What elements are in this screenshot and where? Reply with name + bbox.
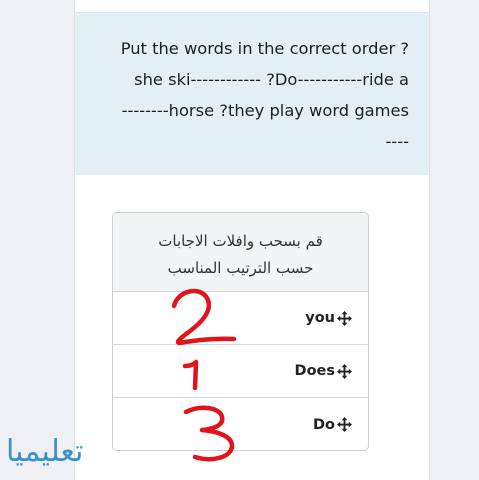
instruction-line: حسب الترتيب المناسب: [167, 259, 314, 277]
question-line: she ski------------ ?Do-----------ride a: [134, 70, 409, 89]
sortable-item-does[interactable]: Does: [113, 345, 368, 398]
sort-instruction: قم بسحب وافلات الاجابات حسب الترتيب المن…: [113, 213, 368, 292]
item-label: you: [305, 310, 335, 326]
sortable-item-you[interactable]: you: [113, 292, 368, 345]
previous-card-bottom: [75, 0, 429, 13]
move-icon[interactable]: [337, 417, 352, 432]
question-line: ----: [385, 132, 410, 151]
right-margin: [430, 0, 479, 480]
left-margin: [0, 0, 74, 480]
instruction-line: قم بسحب وافلات الاجابات: [158, 232, 323, 250]
move-icon[interactable]: [337, 310, 352, 326]
item-label: Does: [294, 363, 335, 379]
question-line: --------horse ?they play word games: [121, 101, 409, 120]
site-watermark-logo: تعليميا: [6, 434, 84, 469]
question-line: Put the words in the correct order ?: [120, 39, 409, 58]
sortable-answer-list: قم بسحب وافلات الاجابات حسب الترتيب المن…: [112, 212, 369, 451]
move-icon[interactable]: [337, 363, 352, 379]
question-text-box: Put the words in the correct order ? she…: [75, 13, 429, 175]
item-label: Do: [313, 416, 335, 433]
sortable-item-do[interactable]: Do: [113, 398, 368, 450]
